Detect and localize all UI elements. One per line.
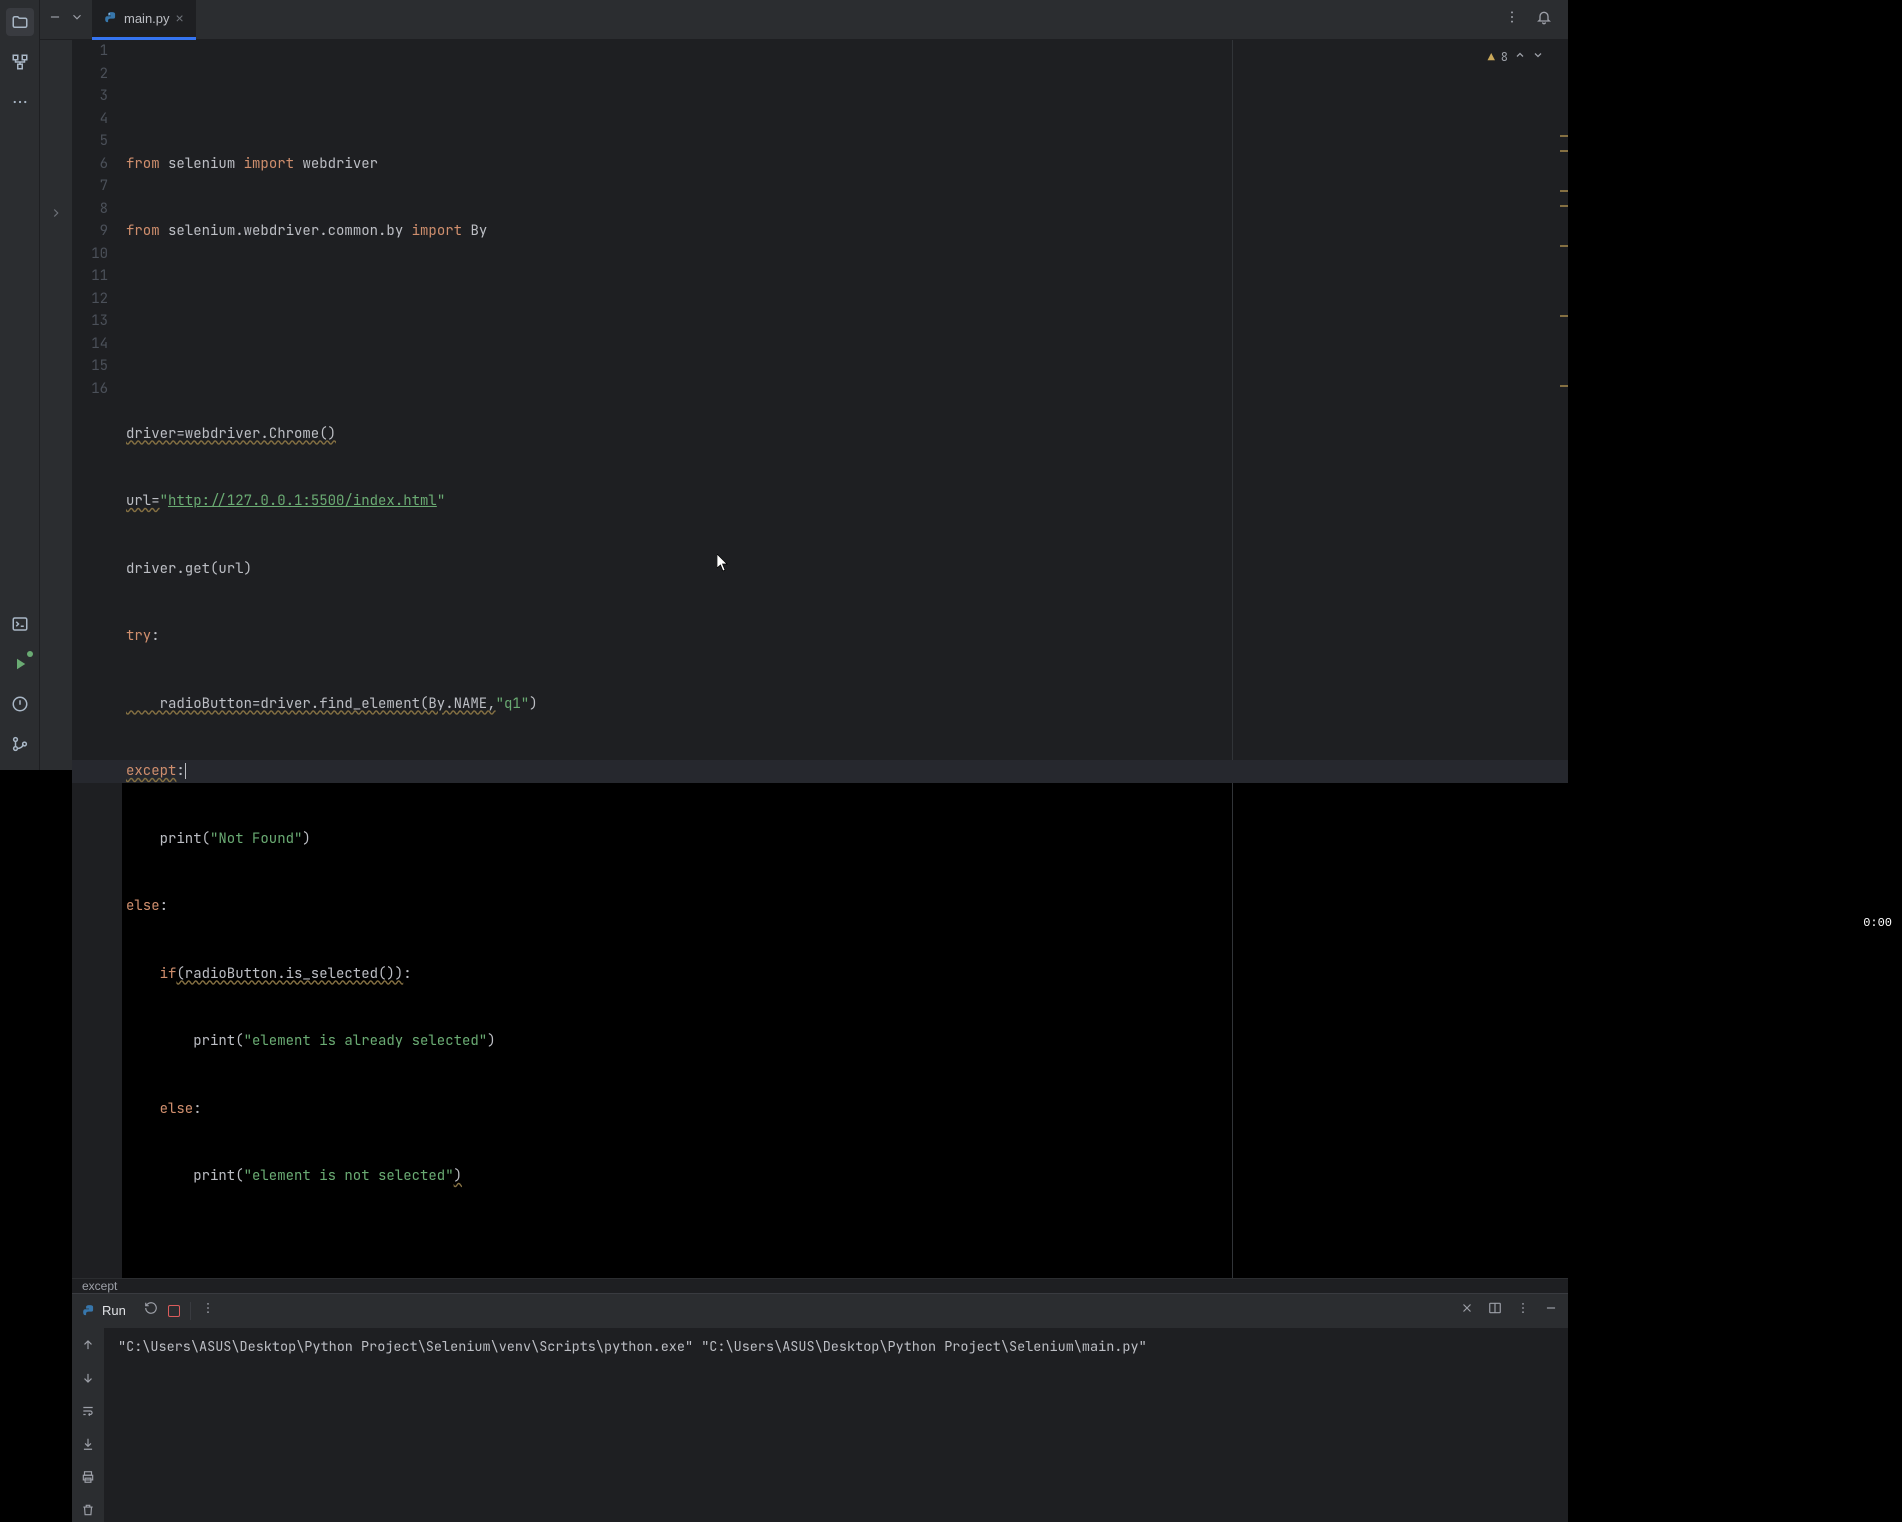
panel-options-icon[interactable] (1516, 1301, 1530, 1320)
line-number-gutter: 1 2 3 4 5 6 7 8 9 10 11 12 13 14 (72, 40, 122, 1278)
run-panel-title: Run (102, 1303, 126, 1318)
problems-tool-icon[interactable] (6, 690, 34, 718)
python-run-icon (82, 1304, 96, 1318)
system-clock: 0:00 (1863, 916, 1892, 930)
layout-panel-icon[interactable] (1488, 1301, 1502, 1320)
run-side-actions (72, 1328, 104, 1522)
editor-scrollbar[interactable] (1556, 40, 1568, 1278)
scroll-to-end-icon[interactable] (81, 1437, 95, 1456)
close-panel-icon[interactable] (1460, 1301, 1474, 1320)
terminal-tool-icon[interactable] (6, 610, 34, 638)
text-caret (185, 763, 186, 779)
warning-triangle-icon: ▲ (1488, 46, 1495, 69)
vcs-tool-icon[interactable] (6, 730, 34, 758)
separator (190, 1302, 191, 1320)
structure-tool-icon[interactable] (6, 48, 34, 76)
left-toolwindow-bar (0, 0, 40, 770)
prev-highlight-icon[interactable] (1514, 46, 1526, 69)
more-tool-icon[interactable] (6, 88, 34, 116)
run-more-icon[interactable] (201, 1301, 215, 1320)
project-tool-collapsed (40, 40, 72, 770)
expand-toolwindow-icon[interactable] (49, 206, 63, 237)
tab-main-py[interactable]: main.py × (92, 0, 196, 40)
run-toolwindow: Run (72, 1293, 1568, 1522)
breadcrumb-item[interactable]: except (82, 1279, 117, 1293)
warning-count: 8 (1501, 46, 1508, 69)
stop-icon[interactable] (168, 1305, 180, 1317)
next-highlight-icon[interactable] (1532, 46, 1544, 69)
expand-tabs-icon[interactable] (70, 10, 84, 29)
breadcrumb-bar[interactable]: except (72, 1278, 1568, 1293)
python-file-icon (104, 11, 118, 25)
tab-options-icon[interactable] (1504, 9, 1520, 30)
minimize-sidebar-icon[interactable] (48, 10, 62, 29)
notifications-icon[interactable] (1536, 9, 1552, 30)
project-tool-icon[interactable] (6, 8, 34, 36)
editor-tabbar: main.py × (40, 0, 1568, 40)
tab-filename: main.py (124, 11, 170, 26)
print-icon[interactable] (81, 1470, 95, 1489)
clear-icon[interactable] (81, 1503, 95, 1522)
run-console-output[interactable]: "C:\Users\ASUS\Desktop\Python Project\Se… (104, 1328, 1568, 1522)
code-content[interactable]: ▲ 8 from selenium import webdriver from … (122, 40, 1568, 1278)
tab-close-icon[interactable]: × (176, 10, 184, 26)
up-stack-icon[interactable] (81, 1338, 95, 1357)
code-editor[interactable]: 1 2 3 4 5 6 7 8 9 10 11 12 13 14 (72, 40, 1568, 1278)
rerun-icon[interactable] (144, 1301, 158, 1320)
inspections-widget[interactable]: ▲ 8 (1488, 46, 1544, 69)
down-stack-icon[interactable] (81, 1371, 95, 1390)
hide-panel-icon[interactable] (1544, 1301, 1558, 1320)
soft-wrap-icon[interactable] (81, 1404, 95, 1423)
run-tool-icon[interactable] (6, 650, 34, 678)
